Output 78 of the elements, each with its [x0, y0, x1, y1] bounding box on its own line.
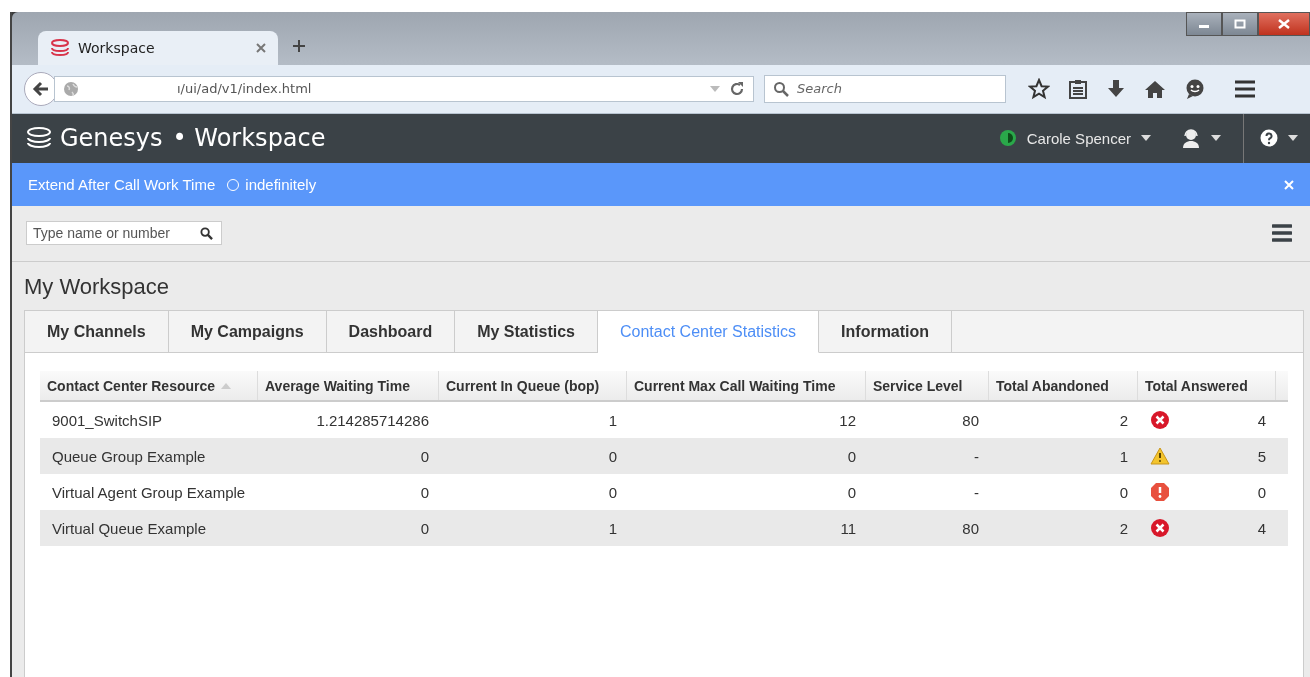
minimize-button[interactable] — [1186, 12, 1222, 36]
table-cell: 1 — [608, 519, 617, 537]
table-cell: 0 — [1119, 483, 1128, 501]
globe-icon — [63, 80, 79, 97]
search-field[interactable]: Type name or number — [26, 221, 222, 246]
warning-icon — [1150, 446, 1170, 466]
sort-icon — [221, 382, 232, 389]
new-tab-icon[interactable] — [292, 39, 306, 54]
caret-icon — [1141, 135, 1151, 142]
alert-icon — [1150, 482, 1170, 502]
page-heading: My Workspace — [24, 274, 171, 300]
browser-tab[interactable]: Workspace — [38, 31, 278, 66]
maximize-icon — [1234, 19, 1246, 29]
table-cell: 0 — [420, 447, 429, 465]
table-cell: 5 — [1257, 447, 1266, 465]
search-field[interactable]: Search — [764, 74, 1006, 103]
status-icon — [998, 129, 1017, 148]
table-cell: Queue Group Example — [52, 447, 206, 465]
search-icon — [200, 226, 213, 240]
column-header[interactable]: Current In Queue (bop) — [439, 371, 627, 400]
table-cell: - — [974, 447, 979, 465]
table-cell: 1 — [1119, 447, 1128, 465]
banner-label: Extend After Call Work Time — [28, 176, 216, 193]
tab[interactable]: Dashboard — [326, 311, 456, 353]
menu-icon[interactable] — [1272, 223, 1292, 244]
close-window-button[interactable] — [1258, 12, 1310, 36]
column-header[interactable]: Contact Center Resource — [40, 371, 258, 400]
table-cell: 2 — [1119, 519, 1128, 537]
table-cell: 0 — [1257, 483, 1266, 501]
address-bar[interactable]: ı/ui/ad/v1/index.html — [54, 75, 754, 102]
logo-icon — [26, 127, 52, 150]
error-icon — [1150, 518, 1170, 538]
table-cell: 1 — [608, 411, 617, 429]
headset-icon[interactable] — [1181, 128, 1201, 149]
table-cell: Virtual Agent Group Example — [52, 483, 246, 501]
chat-icon[interactable] — [1184, 77, 1206, 100]
column-header[interactable]: Current Max Call Waiting Time — [627, 371, 866, 400]
table-cell: 9001_SwitchSIP — [52, 411, 163, 429]
table-cell: 0 — [420, 483, 429, 501]
caret-icon — [1288, 135, 1298, 142]
logo-icon — [50, 39, 70, 58]
table-cell: 0 — [608, 447, 617, 465]
app-title: • Workspace — [172, 124, 326, 153]
brand-name: Genesys — [60, 124, 163, 153]
table-cell: 0 — [608, 483, 617, 501]
back-arrow-icon — [32, 80, 50, 97]
clipboard-icon[interactable] — [1068, 77, 1088, 100]
column-header[interactable]: Total Abandoned — [989, 371, 1138, 400]
column-header[interactable]: Service Level — [866, 371, 989, 400]
reload-icon[interactable] — [729, 80, 745, 97]
table-cell: 0 — [420, 519, 429, 537]
table-cell: 80 — [962, 519, 979, 537]
table-cell: Virtual Queue Example — [52, 519, 206, 537]
user-menu[interactable]: Carole Spencer — [1026, 129, 1131, 147]
tab[interactable]: Information — [819, 311, 953, 353]
table-cell: 80 — [962, 411, 979, 429]
table-cell: 2 — [1119, 411, 1128, 429]
help-icon[interactable] — [1260, 129, 1278, 148]
column-header[interactable]: Average Waiting Time — [258, 371, 439, 400]
table-cell: - — [974, 483, 979, 501]
caret-icon — [1211, 135, 1221, 142]
table-cell: 0 — [847, 447, 856, 465]
menu-icon[interactable] — [1234, 78, 1256, 99]
tab[interactable]: My Channels — [25, 311, 169, 353]
table-cell: 12 — [839, 411, 856, 429]
close-icon — [1277, 19, 1291, 29]
close-icon[interactable] — [256, 43, 266, 54]
table-cell: 4 — [1257, 519, 1266, 537]
star-icon[interactable] — [1028, 77, 1050, 100]
maximize-button[interactable] — [1222, 12, 1258, 36]
table-cell: 4 — [1257, 411, 1266, 429]
table-cell: 1.214285714286 — [316, 411, 429, 429]
error-icon — [1150, 410, 1170, 430]
column-header[interactable]: Total Answered — [1138, 371, 1276, 400]
search-icon — [773, 80, 789, 97]
table-cell: 0 — [847, 483, 856, 501]
table-cell: 11 — [840, 519, 856, 537]
tab[interactable]: My Campaigns — [168, 311, 327, 353]
